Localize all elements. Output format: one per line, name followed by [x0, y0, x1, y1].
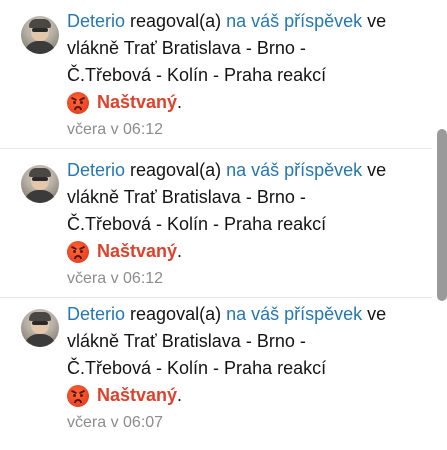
avatar[interactable]	[21, 16, 59, 54]
reaction-name: Naštvaný	[97, 92, 178, 112]
alert-line-1: Deterio reagoval(a) na váš příspěvek ve	[67, 8, 417, 35]
action-text: reagoval(a)	[125, 11, 227, 31]
alert-item[interactable]: Deterio reagoval(a) na váš příspěvek ve …	[0, 298, 432, 447]
alert-content: Deterio reagoval(a) na váš příspěvek ve …	[67, 301, 417, 435]
angry-face-emoji-icon	[67, 240, 89, 263]
thread-line-1: vlákně Trať Bratislava - Brno -	[67, 187, 306, 207]
alert-item[interactable]: Deterio reagoval(a) na váš příspěvek ve …	[0, 149, 432, 298]
alert-timestamp[interactable]: včera v 06:12	[67, 118, 417, 142]
scrollbar[interactable]	[433, 129, 447, 301]
reaction-line: Naštvaný.	[67, 238, 417, 265]
action-text-rest: ve	[362, 304, 387, 324]
alert-line-1: Deterio reagoval(a) na váš příspěvek ve	[67, 157, 417, 184]
reaction-suffix: .	[177, 385, 183, 405]
thread-line-2: Č.Třebová - Kolín - Praha reakcí	[67, 65, 327, 85]
angry-face-emoji-icon	[67, 384, 89, 407]
reaction-line: Naštvaný.	[67, 89, 417, 116]
alert-content: Deterio reagoval(a) na váš příspěvek ve …	[67, 157, 417, 291]
thread-line-2: Č.Třebová - Kolín - Praha reakcí	[67, 358, 327, 378]
avatar[interactable]	[21, 309, 59, 347]
alert-item[interactable]: Deterio reagoval(a) na váš příspěvek ve …	[0, 0, 432, 149]
action-text-rest: ve	[362, 160, 387, 180]
scrollbar-thumb[interactable]	[437, 129, 447, 301]
action-text: reagoval(a)	[125, 304, 227, 324]
alert-timestamp[interactable]: včera v 06:12	[67, 267, 417, 291]
avatar[interactable]	[21, 165, 59, 203]
reaction-suffix: .	[177, 92, 183, 112]
alert-list: Deterio reagoval(a) na váš příspěvek ve …	[0, 0, 432, 447]
action-text: reagoval(a)	[125, 160, 227, 180]
thread-line-1: vlákně Trať Bratislava - Brno -	[67, 331, 306, 351]
angry-face-emoji-icon	[67, 91, 89, 114]
thread-line-1: vlákně Trať Bratislava - Brno -	[67, 38, 306, 58]
reaction-line: Naštvaný.	[67, 382, 417, 409]
username-link[interactable]: Deterio	[67, 11, 125, 31]
reaction-name: Naštvaný	[97, 241, 178, 261]
username-link[interactable]: Deterio	[67, 304, 125, 324]
reaction-name: Naštvaný	[97, 385, 178, 405]
alert-content: Deterio reagoval(a) na váš příspěvek ve …	[67, 8, 417, 142]
post-link[interactable]: na váš příspěvek	[226, 160, 362, 180]
alert-line-1: Deterio reagoval(a) na váš příspěvek ve	[67, 301, 417, 328]
reaction-suffix: .	[177, 241, 183, 261]
thread-line-2: Č.Třebová - Kolín - Praha reakcí	[67, 214, 327, 234]
post-link[interactable]: na váš příspěvek	[226, 304, 362, 324]
alert-timestamp[interactable]: včera v 06:07	[67, 411, 417, 435]
post-link[interactable]: na váš příspěvek	[226, 11, 362, 31]
username-link[interactable]: Deterio	[67, 160, 125, 180]
action-text-rest: ve	[362, 11, 387, 31]
alerts-panel: Deterio reagoval(a) na váš příspěvek ve …	[0, 0, 447, 450]
